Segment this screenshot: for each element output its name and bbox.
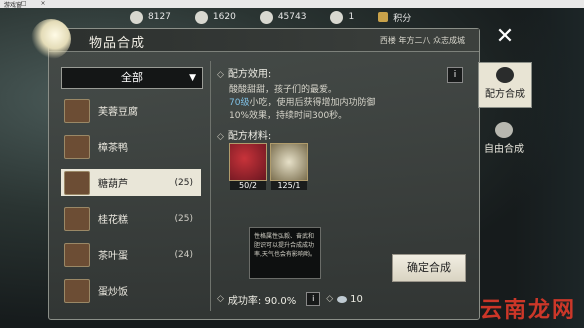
diamond-icon: ◇ [217,70,224,80]
effect-label: 配方效用: [227,69,272,80]
item-name: 茶叶蛋 [98,251,128,262]
currency-ingot: 1620 [194,10,236,24]
cycle-icon [495,122,513,138]
food-icon [64,170,90,195]
info-icon[interactable]: i [447,67,463,83]
currency-scroll: 1 [330,10,355,24]
confirm-craft-button[interactable]: 确定合成 [392,254,466,282]
currency-bar: 8127 1620 45743 1 积分 [130,9,411,25]
category-dropdown-value: 全部 [121,71,143,84]
craft-cost: 10 [350,293,363,305]
effect-level: 70级 [229,98,250,108]
panel-header: 物品合成 西楼 年方二八 众志成城 [31,19,479,59]
category-dropdown[interactable]: 全部 ▼ [61,67,203,89]
material-slot-sugar[interactable]: 125/1 [270,143,308,190]
info-icon[interactable]: i [306,292,321,306]
scroll-icon [330,10,344,24]
game-datetime: 西楼 年方二八 众志成城 [379,36,465,45]
ingot-icon [194,10,208,24]
currency-points: 积分 [378,11,411,24]
list-item[interactable]: 蛋炒饭 [61,277,201,304]
teapot-icon [496,67,514,83]
food-icon [64,278,90,303]
panel-title: 物品合成 [89,36,146,51]
item-name: 芙蓉豆腐 [98,107,138,118]
currency-value: 1620 [212,12,236,22]
currency-silver: 8127 [130,10,171,24]
effect-line: 酸酸甜甜，孩子们的最爱。 [229,85,338,95]
item-name: 蛋炒饭 [98,287,128,298]
materials-heading: ◇ 配方材料: [217,127,271,142]
food-icon [64,206,90,231]
site-watermark: 云南龙网 [479,298,576,323]
tab-free-craft[interactable]: 自由合成 [478,122,530,166]
item-name: 桂花糕 [98,215,128,226]
effect-line: 10%效果，持续时间300秒。 [229,111,348,121]
item-list-column: 全部 ▼ 芙蓉豆腐 樟茶鸭 糖葫芦 (25) 桂花糕 (25) 茶叶蛋 (24) 蛋炒… [57,65,203,313]
list-item[interactable]: 樟茶鸭 [61,133,201,160]
effect-line: 70级小吃，使用后获得增加内功防御 [229,97,475,110]
gem-icon [259,10,273,24]
diamond-icon: ◇ [217,132,224,142]
materials-label: 配方材料: [227,131,272,142]
moon-icon [31,19,71,59]
effect-text: 小吃，使用后获得增加内功防御 [249,98,376,108]
list-item-selected[interactable]: 糖葫芦 (25) [61,169,201,196]
currency-value: 1 [348,12,355,22]
success-rate: 成功率: 90.0% [227,295,297,307]
item-count: (25) [174,177,193,188]
list-item[interactable]: 芙蓉豆腐 [61,97,201,124]
list-item[interactable]: 茶叶蛋 (24) [61,241,201,268]
item-count: (24) [174,249,193,260]
recipe-list: 芙蓉豆腐 樟茶鸭 糖葫芦 (25) 桂花糕 (25) 茶叶蛋 (24) 蛋炒饭 [61,97,201,313]
tab-label: 自由合成 [484,144,524,155]
points-icon [378,12,389,22]
hint-tooltip: 性格属性弘毅、奋武和胆识可以提升合成成功率,天气也会有影响哟。 [249,227,321,279]
effect-heading: ◇ 配方效用: [217,65,475,80]
effect-description: 酸酸甜甜，孩子们的最爱。 70级小吃，使用后获得增加内功防御 10%效果，持续时… [229,84,475,123]
item-name: 樟茶鸭 [98,143,128,154]
window-titlebar: 游戏窗 – □ × [0,0,584,9]
food-icon [64,242,90,267]
materials-row: 50/2 125/1 [229,143,308,190]
item-name: 糖葫芦 [98,179,128,190]
silver-coin-icon [130,10,143,24]
success-row: ◇ 成功率: 90.0% i ◇ 10 [217,289,475,309]
diamond-icon: ◇ [217,294,224,304]
currency-value: 积分 [393,13,412,24]
diamond-icon: ◇ [326,294,334,304]
material-qty: 50/2 [230,181,266,190]
food-icon [64,98,90,123]
material-qty: 125/1 [271,181,307,190]
food-icon [64,134,90,159]
tab-label: 配方合成 [485,89,525,100]
material-slot-hawthorn[interactable]: 50/2 [229,143,267,190]
tab-recipe-craft[interactable]: 配方合成 [478,62,532,108]
craft-mode-tabs: 配方合成 自由合成 [478,62,534,180]
currency-gem: 45743 [259,10,307,24]
window-controls[interactable]: – □ × [4,0,580,7]
silver-coin-icon [337,295,348,303]
item-count: (25) [174,213,193,224]
chevron-down-icon: ▼ [189,73,196,83]
currency-value: 45743 [277,12,307,22]
column-divider [210,61,211,311]
close-button[interactable]: ✕ [490,22,520,52]
currency-value: 8127 [148,12,171,22]
list-item[interactable]: 桂花糕 (25) [61,205,201,232]
